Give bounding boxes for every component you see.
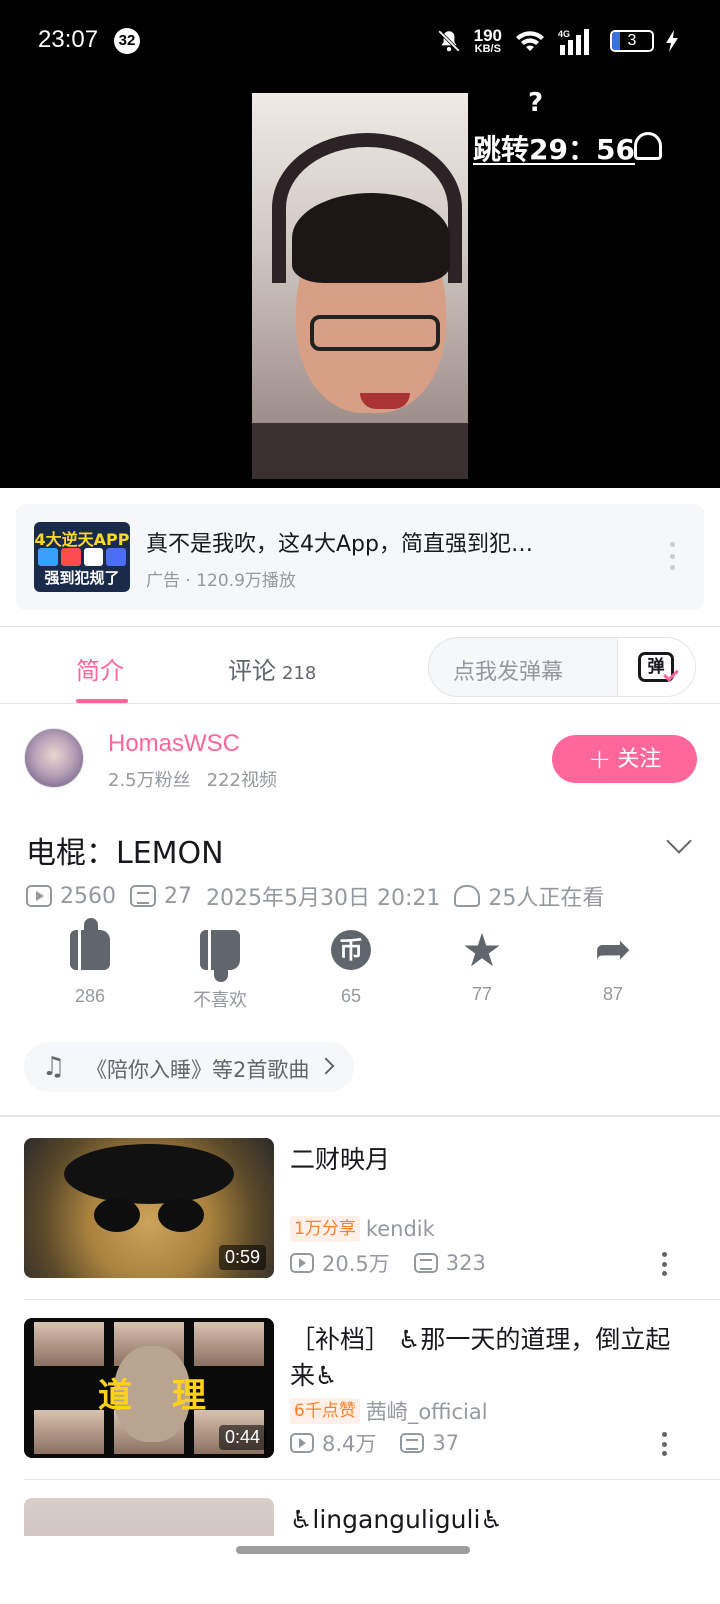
- music-chip[interactable]: ♫ 《陪你入睡》等2首歌曲: [24, 1042, 354, 1092]
- play-count: 2560: [60, 883, 116, 909]
- network-type-text: 4G: [558, 29, 570, 39]
- network-speed: 190 KB/S: [473, 26, 502, 55]
- star-icon: ★: [461, 923, 503, 977]
- ad-more-menu-icon[interactable]: [670, 542, 676, 570]
- avatar[interactable]: [24, 728, 84, 788]
- more-options-icon[interactable]: [662, 1432, 668, 1456]
- battery-indicator: 3: [610, 30, 654, 52]
- coin-icon: 币: [331, 930, 371, 970]
- uploader-name[interactable]: HomasWSC: [108, 730, 240, 758]
- charging-icon: [666, 30, 678, 52]
- ad-title: 真不是我吹，这4大App，简直强到犯…: [146, 532, 533, 557]
- like-badge: 6千点赞: [290, 1398, 360, 1424]
- video-meta: 2560 27 2025年5月30日 20:21 25人正在看: [26, 882, 605, 911]
- thumb-up-icon: [70, 918, 110, 970]
- chevron-down-icon[interactable]: [666, 828, 692, 854]
- video-title: 电棍：LEMON: [26, 836, 224, 871]
- follow-button[interactable]: + 关注: [552, 735, 697, 783]
- danmaku-input[interactable]: 点我发弹幕 弹: [428, 637, 696, 697]
- danmaku-count-icon: [130, 885, 156, 907]
- related-video-author: kendik: [365, 1217, 435, 1241]
- section-divider: [0, 1115, 720, 1117]
- related-video-title: ［补档］ ♿那一天的道理，倒立起来♿: [290, 1325, 671, 1390]
- related-video-title: 二财映月: [290, 1145, 391, 1174]
- fans-count: 2.5万粉丝: [108, 770, 191, 791]
- notification-count-badge: 32: [114, 28, 140, 54]
- jump-to-time-link[interactable]: 跳转29：56: [473, 128, 635, 168]
- danmaku-placeholder: 点我发弹幕: [453, 660, 564, 685]
- related-video-stats: 20.5万 323: [290, 1248, 510, 1278]
- overlay-question-mark: ?: [528, 88, 544, 118]
- wifi-icon: [516, 31, 544, 51]
- status-time: 23:07: [38, 26, 99, 53]
- video-thumbnail: 0:59: [24, 1138, 274, 1278]
- video-player[interactable]: 23:07 32 190 KB/S 4G 3 ? 跳转29：56: [0, 0, 720, 488]
- related-video-title: ♿linganguliguli♿: [290, 1505, 503, 1534]
- video-frame: [252, 93, 468, 479]
- video-duration: 0:59: [218, 1245, 266, 1270]
- ad-meta: 广告 · 120.9万播放: [146, 571, 296, 591]
- danmaku-count: 27: [164, 883, 192, 909]
- music-note-icon: ♫: [42, 1052, 66, 1082]
- favorite-button[interactable]: ★ 77: [432, 923, 532, 1005]
- video-thumbnail: 道理 0:44: [24, 1318, 274, 1458]
- share-badge: 1万分享: [290, 1216, 360, 1242]
- video-count: 222视频: [206, 770, 277, 791]
- tab-comments[interactable]: 评论 218: [228, 651, 316, 686]
- watching-count: 25人正在看: [488, 886, 605, 911]
- danmaku-count-icon: [413, 1253, 438, 1273]
- play-count-icon: [290, 1253, 314, 1273]
- ad-thumbnail: 4大逆天APP 强到犯规了: [34, 522, 130, 592]
- tab-intro[interactable]: 简介: [76, 651, 124, 686]
- home-indicator[interactable]: [236, 1546, 470, 1554]
- share-button[interactable]: ➦ 87: [563, 928, 663, 1005]
- ad-card[interactable]: 4大逆天APP 强到犯规了 真不是我吹，这4大App，简直强到犯… 广告 · 1…: [16, 504, 704, 610]
- active-tab-indicator: [76, 699, 128, 703]
- status-icons: 190 KB/S 4G 3: [436, 22, 680, 60]
- thumbnail-text: 道理: [98, 1376, 246, 1416]
- play-count-icon: [26, 885, 52, 907]
- danmaku-count-icon: [400, 1433, 425, 1453]
- more-options-icon[interactable]: [662, 1252, 668, 1276]
- related-video-author: 茜崎_official: [365, 1400, 488, 1424]
- status-bar: 23:07 32 190 KB/S 4G 3: [0, 0, 720, 82]
- thumb-down-icon: [200, 930, 240, 982]
- like-button[interactable]: 286: [40, 918, 140, 1007]
- publish-date: 2025年5月30日 20:21: [206, 886, 441, 911]
- chevron-right-icon: [317, 1057, 335, 1075]
- play-count-icon: [290, 1433, 314, 1453]
- coin-button[interactable]: 币 65: [301, 928, 401, 1007]
- related-video-item[interactable]: 道理 0:44 ［补档］ ♿那一天的道理，倒立起来♿ 6千点赞 茜崎_offic…: [0, 1318, 720, 1480]
- dislike-button[interactable]: 不喜欢: [170, 928, 270, 1012]
- parachute-icon: [634, 132, 662, 160]
- related-video-item[interactable]: 0:59 二财映月 1万分享 kendik 20.5万 323: [0, 1138, 720, 1300]
- cellular-signal-icon: 4G: [558, 29, 589, 55]
- tab-bar: 简介 评论 218 点我发弹幕 弹: [0, 626, 720, 704]
- share-icon: ➦: [594, 924, 632, 975]
- bell-muted-icon: [437, 30, 460, 52]
- music-text: 《陪你入睡》等2首歌曲: [86, 1058, 310, 1082]
- uploader-stats: 2.5万粉丝 222视频: [108, 766, 277, 792]
- danmaku-toggle-button[interactable]: 弹: [617, 638, 695, 696]
- video-duration: 0:44: [218, 1425, 266, 1450]
- viewers-icon: [454, 885, 481, 907]
- comment-count: 218: [282, 663, 317, 684]
- related-video-stats: 8.4万 37: [290, 1428, 483, 1458]
- plus-icon: +: [587, 742, 612, 775]
